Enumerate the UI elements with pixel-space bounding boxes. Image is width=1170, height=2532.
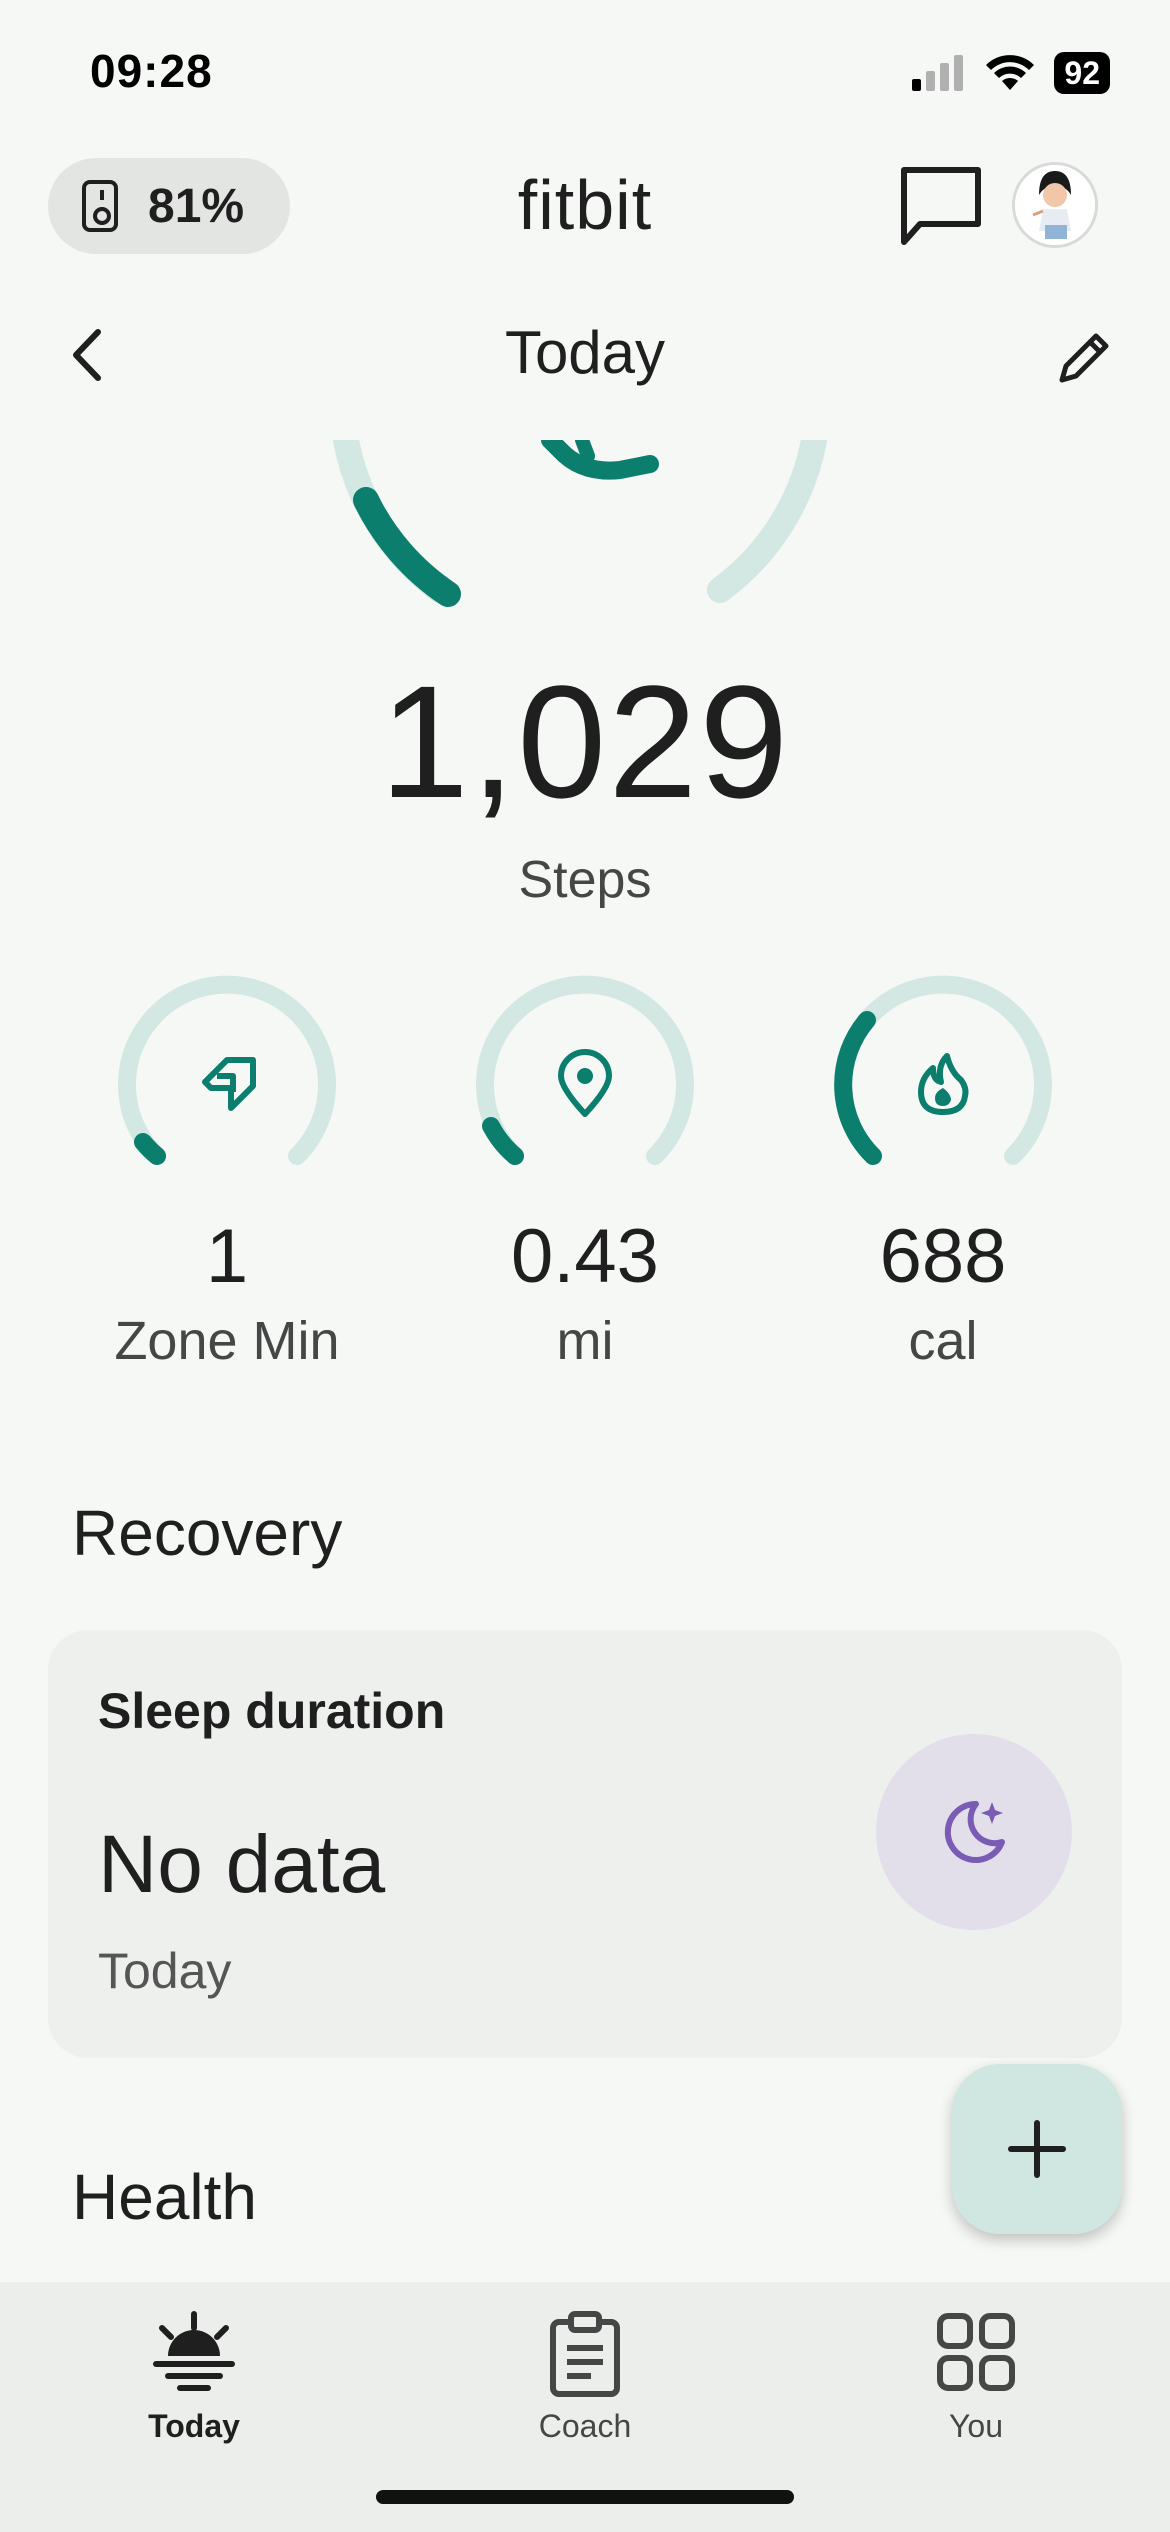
status-icons: 92 [910, 52, 1110, 94]
app-title: fitbit [517, 166, 653, 244]
zone-minutes-ring [107, 970, 347, 1210]
nav-label-you: You [949, 2408, 1003, 2444]
sleep-card-date: Today [98, 1943, 232, 1999]
edit-button[interactable] [1052, 326, 1116, 390]
distance-value: 0.43 [511, 1214, 659, 1299]
messages-button[interactable] [896, 162, 986, 252]
add-button[interactable] [952, 2064, 1122, 2234]
moon-stars-icon [944, 1800, 1005, 1863]
steps-label: Steps [518, 851, 652, 909]
nav-label-coach: Coach [538, 2408, 632, 2444]
clipboard-icon [550, 2311, 620, 2397]
nav-label-today: Today [148, 2408, 240, 2444]
sleep-card-title: Sleep duration [98, 1683, 446, 1739]
nav-tab-you[interactable]: You [856, 2302, 1096, 2445]
shoe-icon [541, 440, 659, 480]
nav-tab-coach[interactable]: Coach [465, 2302, 705, 2445]
sleep-duration-card[interactable]: Sleep duration No data Today [48, 1630, 1122, 2058]
battery-indicator: 92 [1054, 52, 1110, 94]
steps-progress-ring[interactable] [320, 440, 840, 620]
distance-metric[interactable]: 0.43 mi [465, 970, 705, 1372]
distance-label: mi [556, 1311, 614, 1371]
grid-icon [937, 2313, 1015, 2391]
profile-avatar[interactable] [1012, 162, 1098, 248]
cellular-signal-icon [912, 55, 964, 91]
status-time: 09:28 [90, 45, 213, 97]
flame-icon [918, 1053, 969, 1115]
sleep-card-value: No data [98, 1819, 386, 1910]
location-pin-icon [558, 1049, 612, 1117]
calories-metric[interactable]: 688 cal [823, 970, 1063, 1372]
status-bar: 09:28 92 [0, 0, 1170, 140]
calories-value: 688 [879, 1214, 1007, 1299]
steps-ring-graphic [333, 440, 827, 607]
zone-minutes-value: 1 [205, 1214, 249, 1299]
app-screen: 09:28 92 81% fitbit Today 1,029 Steps 1 … [0, 0, 1170, 2532]
health-heading: Health [72, 2161, 257, 2233]
zone-minutes-label: Zone Min [114, 1311, 340, 1371]
nav-tab-today[interactable]: Today [74, 2302, 314, 2445]
wifi-icon [986, 55, 1035, 90]
pencil-icon [1059, 333, 1109, 383]
chat-bubble-icon [901, 167, 981, 245]
sunrise-icon [153, 2311, 235, 2391]
steps-value: 1,029 [379, 652, 791, 831]
calories-label: cal [908, 1311, 978, 1371]
sleep-icon-badge [876, 1734, 1072, 1930]
avatar-image [1015, 165, 1095, 245]
calories-ring [823, 970, 1063, 1210]
plus-icon [1008, 2120, 1066, 2178]
recovery-heading: Recovery [72, 1497, 343, 1569]
distance-ring [465, 970, 705, 1210]
page-title: Today [504, 319, 666, 386]
home-indicator[interactable] [376, 2490, 794, 2504]
zone-arrow-icon [202, 1057, 256, 1111]
zone-minutes-metric[interactable]: 1 Zone Min [107, 970, 347, 1372]
